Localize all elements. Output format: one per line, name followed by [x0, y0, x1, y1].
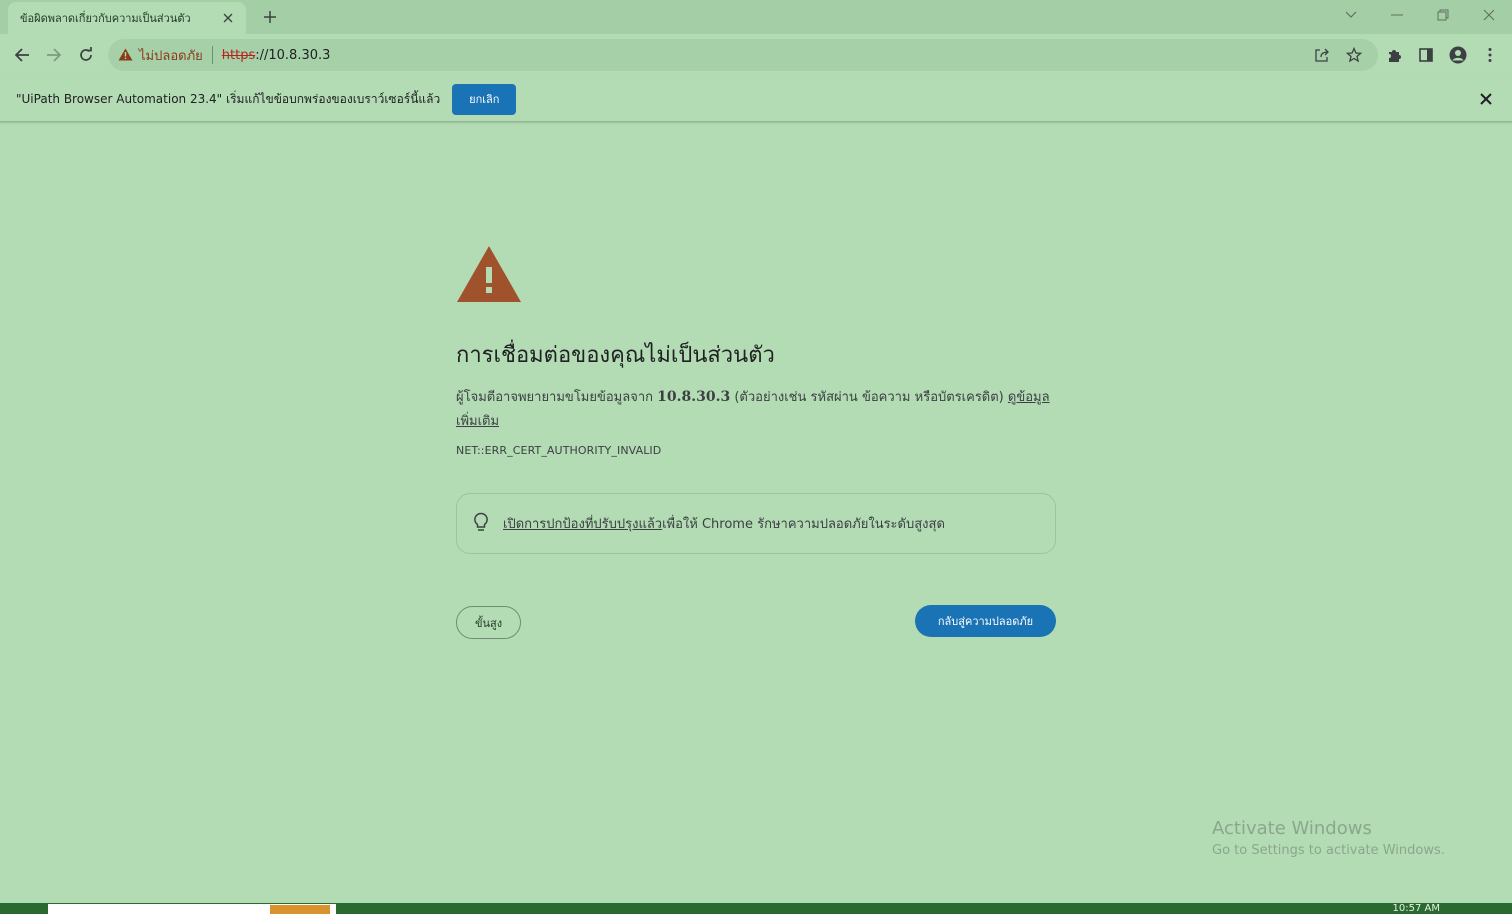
debugging-infobar: "UiPath Browser Automation 23.4" เริ่มแก…	[0, 77, 1512, 122]
warning-triangle-icon	[456, 245, 522, 303]
profile-avatar-icon[interactable]	[1448, 45, 1468, 65]
privacy-error-panel: การเชื่อมต่อของคุณไม่เป็นส่วนตัว ผู้โจมต…	[456, 245, 1056, 639]
forward-arrow-icon[interactable]	[43, 44, 65, 66]
security-label[interactable]: ไม่ปลอดภัย	[139, 45, 203, 66]
enhanced-protection-promo: เปิดการปกป้องที่ปรับปรุงแล้วเพื่อให้ Chr…	[456, 493, 1056, 554]
back-arrow-icon[interactable]	[11, 44, 33, 66]
close-window-icon[interactable]	[1466, 4, 1512, 26]
extensions-puzzle-icon[interactable]	[1384, 45, 1404, 65]
description-suffix: (ตัวอย่างเช่น รหัสผ่าน ข้อความ หรือบัตรเ…	[730, 390, 1008, 405]
promo-suffix: เพื่อให้ Chrome รักษาความปลอดภัยในระดับส…	[662, 517, 945, 532]
taskbar-clock[interactable]: 10:57 AM	[1393, 903, 1440, 914]
description-prefix: ผู้โจมตีอาจพยายามขโมยข้อมูลจาก	[456, 390, 658, 405]
url-scheme: https	[221, 47, 256, 63]
activate-windows-watermark: Activate Windows Go to Settings to activ…	[1212, 818, 1445, 858]
tab-search-icon[interactable]	[1328, 4, 1374, 26]
omnibox-divider	[211, 46, 213, 64]
restore-icon[interactable]	[1420, 4, 1466, 26]
back-to-safety-button[interactable]: กลับสู่ความปลอดภัย	[915, 605, 1056, 637]
not-secure-warning-icon[interactable]	[118, 46, 133, 65]
reload-icon[interactable]	[75, 44, 97, 66]
cancel-debugging-button[interactable]: ยกเลิก	[452, 83, 517, 115]
share-icon[interactable]	[1312, 45, 1332, 65]
promo-text: เปิดการปกป้องที่ปรับปรุงแล้วเพื่อให้ Chr…	[503, 513, 945, 534]
error-description: ผู้โจมตีอาจพยายามขโมยข้อมูลจาก 10.8.30.3…	[456, 385, 1056, 434]
new-tab-icon[interactable]	[260, 7, 280, 27]
tab-active[interactable]: ข้อผิดพลาดเกี่ยวกับความเป็นส่วนตัว	[8, 2, 246, 34]
taskbar-app-icon[interactable]	[270, 905, 330, 914]
infobar-message: "UiPath Browser Automation 23.4" เริ่มแก…	[16, 91, 441, 106]
address-bar[interactable]: ไม่ปลอดภัย https://10.8.30.3	[108, 39, 1378, 71]
browser-toolbar: ไม่ปลอดภัย https://10.8.30.3	[0, 34, 1512, 76]
watermark-subtitle: Go to Settings to activate Windows.	[1212, 843, 1445, 858]
enhanced-protection-link[interactable]: เปิดการปกป้องที่ปรับปรุงแล้ว	[503, 517, 662, 532]
tab-close-icon[interactable]	[220, 10, 236, 26]
page-headline: การเชื่อมต่อของคุณไม่เป็นส่วนตัว	[456, 343, 775, 368]
tab-title: ข้อผิดพลาดเกี่ยวกับความเป็นส่วนตัว	[20, 12, 191, 25]
lightbulb-icon	[473, 512, 489, 536]
url-text[interactable]: https://10.8.30.3	[222, 48, 331, 63]
bookmark-star-icon[interactable]	[1344, 45, 1364, 65]
side-panel-icon[interactable]	[1416, 45, 1436, 65]
close-infobar-icon[interactable]	[1478, 91, 1494, 107]
action-buttons: ขั้นสูง กลับสู่ความปลอดภัย	[456, 605, 1056, 639]
error-code[interactable]: NET::ERR_CERT_AUTHORITY_INVALID	[456, 444, 1056, 457]
minimize-icon[interactable]	[1374, 4, 1420, 26]
host-name: 10.8.30.3	[657, 389, 731, 405]
advanced-button[interactable]: ขั้นสูง	[456, 606, 521, 639]
tab-strip: ข้อผิดพลาดเกี่ยวกับความเป็นส่วนตัว	[0, 0, 1512, 34]
url-host: ://10.8.30.3	[255, 47, 331, 63]
watermark-title: Activate Windows	[1212, 818, 1372, 839]
menu-kebab-icon[interactable]	[1480, 45, 1500, 65]
